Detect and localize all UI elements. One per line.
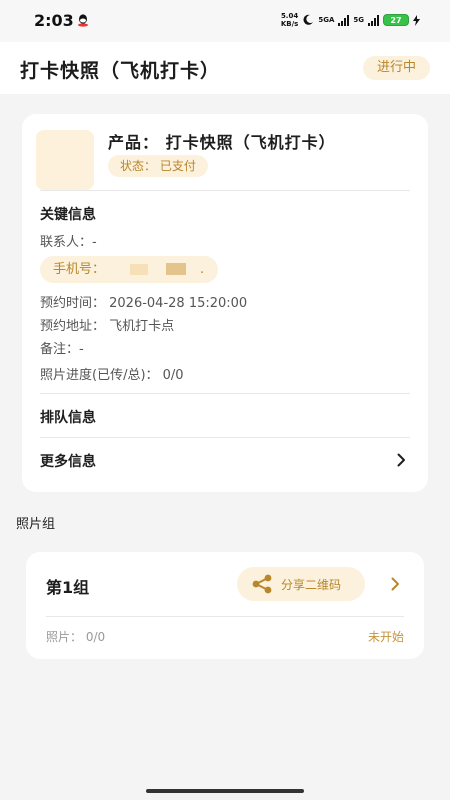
status-time: 2:03 <box>34 11 74 30</box>
contact-row: 联系人：- <box>40 235 97 250</box>
divider <box>40 437 410 438</box>
product-thumbnail <box>36 130 94 190</box>
page-title: 打卡快照（飞机打卡） <box>20 60 221 82</box>
network-speed: 5.04 KB/s <box>280 12 299 28</box>
share-qrcode-button[interactable]: 分享二维码 <box>237 567 365 601</box>
signal-icon <box>338 14 350 26</box>
network-type-1: 5GA <box>318 16 335 24</box>
key-info-title: 关键信息 <box>40 207 96 223</box>
more-info-row[interactable]: 更多信息 <box>40 448 410 472</box>
chevron-right-icon[interactable] <box>391 577 400 591</box>
phone-tail: . <box>200 262 205 277</box>
page-header: 打卡快照（飞机打卡） 进行中 <box>0 42 450 94</box>
product-title: 产品： 打卡快照（飞机打卡） <box>108 133 336 152</box>
chevron-right-icon <box>397 453 405 467</box>
photo-group-heading: 照片组 <box>16 517 56 532</box>
moon-icon <box>303 14 314 25</box>
masked-phone-part <box>166 263 186 275</box>
group-photo-count: 照片： 0/0 <box>46 630 106 644</box>
phone-row: 手机号： . <box>40 256 218 283</box>
qq-icon <box>78 14 88 27</box>
divider <box>46 616 404 617</box>
group-status: 未开始 <box>367 630 404 644</box>
network-type-2: 5G <box>353 16 364 24</box>
photo-group-card[interactable]: 第1组 分享二维码 照片： 0/0 未开始 <box>26 552 424 659</box>
signal-icon <box>368 14 379 26</box>
order-card: 产品： 打卡快照（飞机打卡） 状态： 已支付 关键信息 联系人：- 手机号： .… <box>22 114 428 492</box>
order-status-badge: 进行中 <box>362 56 430 80</box>
phone-label: 手机号： <box>53 262 106 277</box>
appointment-place-row: 预约地址： 飞机打卡点 <box>40 319 175 334</box>
charging-icon <box>413 14 420 26</box>
pay-status-badge: 状态： 已支付 <box>108 155 208 177</box>
share-qrcode-label: 分享二维码 <box>281 577 342 592</box>
divider <box>40 393 410 394</box>
appointment-time-row: 预约时间： 2026-04-28 15:20:00 <box>40 296 248 311</box>
status-bar: 2:03 5.04 KB/s 5GA 5G 27 <box>0 0 450 42</box>
group-title: 第1组 <box>46 578 90 597</box>
divider <box>40 190 410 191</box>
status-icons: 5.04 KB/s 5GA 5G 27 <box>281 12 420 28</box>
queue-info-title[interactable]: 排队信息 <box>40 407 96 427</box>
remark-row: 备注：- <box>40 342 84 357</box>
masked-phone-part <box>130 264 148 275</box>
battery-icon: 27 <box>383 14 409 26</box>
home-indicator[interactable] <box>146 789 304 793</box>
share-icon <box>252 574 272 594</box>
photo-progress-row: 照片进度(已传/总)： 0/0 <box>40 368 184 383</box>
more-info-label: 更多信息 <box>40 454 96 470</box>
